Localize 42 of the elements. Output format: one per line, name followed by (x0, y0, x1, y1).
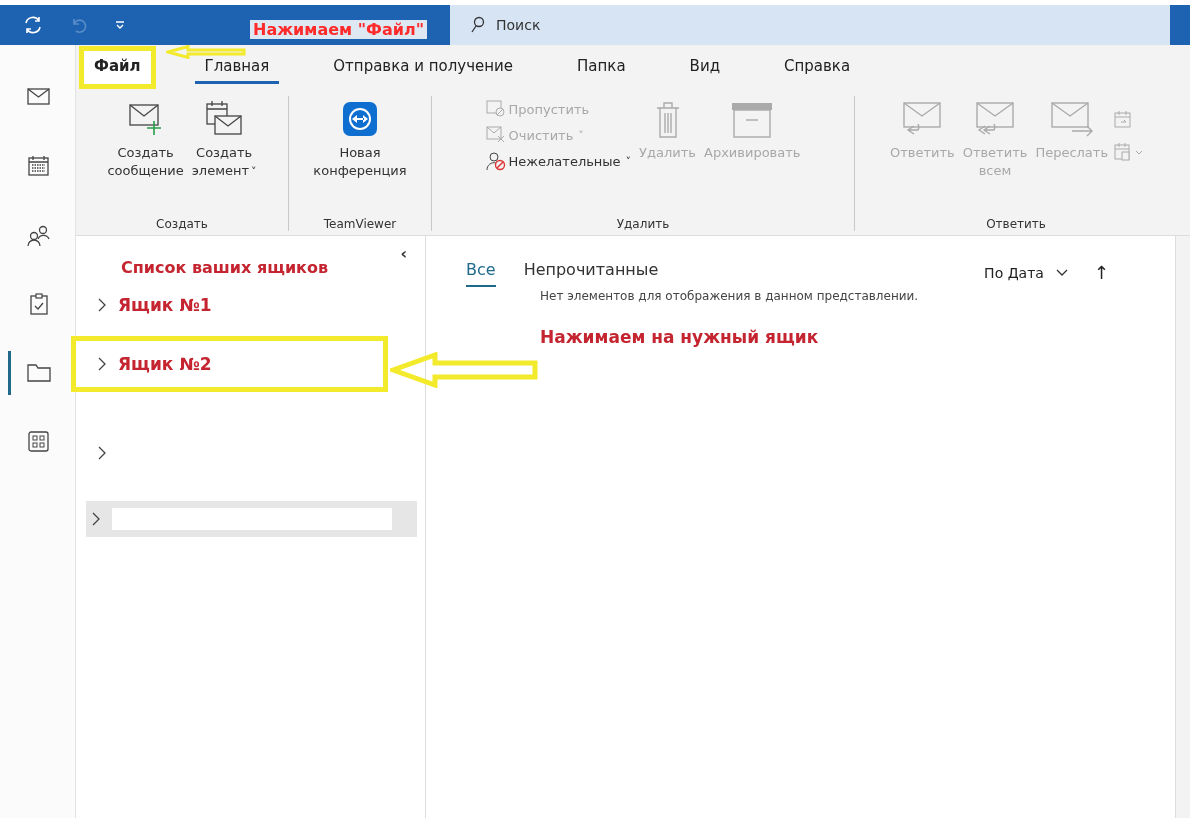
group-label: Удалить (616, 216, 670, 231)
ribbon-button[interactable]: Новая конференция (311, 96, 409, 215)
sync-icon[interactable] (22, 14, 44, 36)
group-label: TeamViewer (323, 216, 397, 231)
sort-button[interactable]: По Дата (978, 263, 1050, 282)
chevron-icon (92, 512, 100, 526)
ribbon-tab[interactable]: Отправка и получение (323, 51, 524, 84)
filter-tab[interactable]: Все (466, 258, 496, 287)
folder-item[interactable]: Ящик №2 (76, 341, 383, 387)
clipboard-check-icon (27, 293, 51, 315)
ribbon-button[interactable]: Создать сообщение (105, 96, 186, 215)
archive-box-icon (730, 100, 775, 140)
customize-icon[interactable] (114, 19, 126, 31)
chevron-down-icon[interactable] (1055, 268, 1068, 277)
folder-icon (27, 362, 51, 384)
ribbon-tab[interactable]: Справка (774, 51, 861, 84)
ribbon-tab[interactable]: Вид (679, 51, 730, 84)
group-label: Ответить (986, 216, 1046, 231)
ribbon-button[interactable]: Создать элемент˅ (189, 96, 259, 215)
cleanup-icon (485, 125, 506, 145)
empty-message: Нет элементов для отображения в данном представлении. (540, 289, 920, 303)
ignore-icon (485, 99, 506, 119)
annotation-text: Нажимаем "Файл" (250, 20, 427, 39)
filter-tab[interactable]: Непрочитанные (523, 258, 659, 287)
calendar-icon (27, 155, 51, 177)
sort-direction-button[interactable]: ↑ (1087, 261, 1115, 284)
group-label: Создать (156, 216, 208, 231)
grid-icon (27, 431, 51, 453)
envelope-icon (27, 86, 51, 108)
ribbon-button[interactable]: Нежелательные ˅ (483, 150, 634, 172)
chevron-icon (98, 357, 106, 371)
ribbon-tab[interactable]: Папка (567, 51, 636, 84)
annotation-text: Список ваших ящиков (121, 257, 329, 277)
people-icon (27, 224, 51, 246)
collapse-button[interactable]: ‹ (400, 244, 407, 263)
chevron-icon (98, 298, 106, 312)
folder-item[interactable]: Ящик №1 (92, 287, 417, 323)
ribbon-tab[interactable]: Главная (194, 51, 280, 84)
annotation-text: Нажимаем на нужный ящик (540, 327, 820, 347)
person-blocked-icon (485, 151, 506, 171)
chevron-icon (98, 446, 106, 460)
search-field[interactable]: Поиск (450, 5, 1170, 45)
